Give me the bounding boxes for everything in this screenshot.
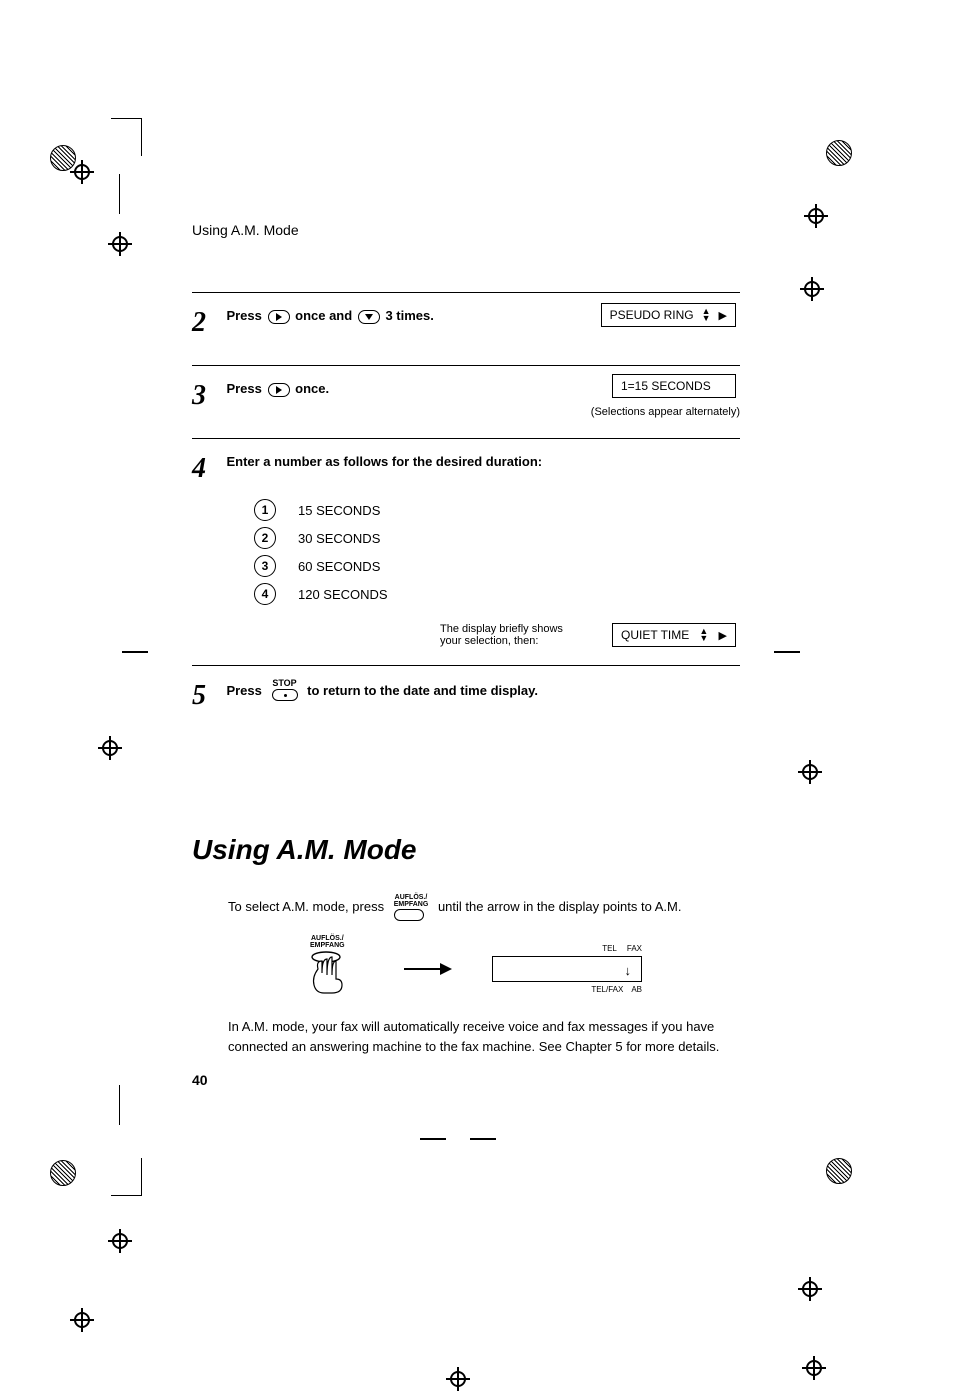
crosshair-icon	[798, 1277, 822, 1301]
crosshair-icon	[798, 760, 822, 784]
text: to return to the date and time display.	[307, 683, 538, 698]
down-arrow-key-icon	[358, 310, 380, 324]
registration-ball-icon	[826, 140, 852, 166]
display-bottom-labels: TEL/FAX AB	[492, 985, 642, 994]
registration-ball-icon	[50, 1160, 76, 1186]
option-label: 15 SECONDS	[298, 503, 380, 518]
lcd-text: QUIET TIME	[621, 628, 689, 642]
crosshair-icon	[108, 232, 132, 256]
down-arrow-icon: ↓	[625, 963, 632, 978]
up-down-icon: ▲▼	[699, 628, 708, 642]
paragraph: To select A.M. mode, press AUFLÖS./ EMPF…	[228, 894, 740, 921]
text: Press	[226, 308, 265, 323]
hand-press-icon: AUFLÖS./ EMPFANG	[302, 939, 362, 999]
option-row: 1 15 SECONDS	[254, 499, 740, 521]
crosshair-icon	[800, 277, 824, 301]
section-title: Using A.M. Mode	[192, 834, 740, 866]
label: AB	[631, 985, 642, 994]
display-panel: TEL FAX ↓ TEL/FAX AB	[492, 956, 642, 982]
text: until the arrow in the display points to…	[438, 899, 682, 914]
option-row: 2 30 SECONDS	[254, 527, 740, 549]
step-text: Press once and 3 times.	[226, 308, 433, 324]
crop-mark	[774, 651, 800, 653]
mode-select-diagram: AUFLÖS./ EMPFANG TEL FAX ↓ TEL/FAX AB	[302, 939, 740, 999]
text: once.	[295, 381, 329, 396]
running-head: Using A.M. Mode	[192, 222, 740, 238]
step-5: 5 Press STOP to return to the date and t…	[192, 665, 740, 738]
step-number: 2	[192, 307, 222, 339]
option-row: 3 60 SECONDS	[254, 555, 740, 577]
crosshair-icon	[70, 160, 94, 184]
stop-label: STOP	[272, 678, 296, 688]
keypad-key-icon: 1	[254, 499, 276, 521]
step-number: 4	[192, 453, 222, 485]
option-label: 60 SECONDS	[298, 559, 380, 574]
right-arrow-key-icon	[268, 383, 290, 397]
right-arrow-key-icon	[268, 310, 290, 324]
step-number: 3	[192, 380, 222, 412]
crop-mark	[470, 1138, 496, 1140]
play-icon: ▶	[719, 309, 727, 322]
lcd-display: PSEUDO RING ▲▼ ▶	[601, 303, 736, 327]
crosshair-icon	[70, 1308, 94, 1332]
crop-mark	[111, 1195, 141, 1196]
crosshair-icon	[446, 1367, 470, 1391]
crop-mark	[119, 1085, 120, 1125]
key-label: AUFLÖS./ EMPFANG	[394, 894, 429, 908]
crop-mark	[111, 118, 141, 119]
brief-note: The display briefly shows your selection…	[440, 623, 570, 647]
step-3: 3 Press once. 1=15 SECONDS (Selections a…	[192, 365, 740, 438]
text: once and	[295, 308, 356, 323]
arrow-right-icon	[404, 968, 450, 970]
crop-mark	[119, 174, 120, 214]
label: TEL	[602, 944, 617, 953]
keypad-key-icon: 4	[254, 583, 276, 605]
step-4: 4 Enter a number as follows for the desi…	[192, 438, 740, 665]
paragraph: In A.M. mode, your fax will automaticall…	[228, 1017, 740, 1056]
label: TEL/FAX	[591, 985, 623, 994]
option-label: 30 SECONDS	[298, 531, 380, 546]
crosshair-icon	[802, 1356, 826, 1380]
crop-mark	[141, 118, 142, 156]
key-label: AUFLÖS./ EMPFANG	[310, 935, 345, 949]
text: 3 times.	[385, 308, 433, 323]
registration-ball-icon	[826, 1158, 852, 1184]
crosshair-icon	[108, 1229, 132, 1253]
lcd-text: PSEUDO RING	[610, 308, 694, 322]
step-2: 2 Press once and 3 times. PSEUDO RING ▲▼…	[192, 292, 740, 365]
keypad-key-icon: 2	[254, 527, 276, 549]
play-icon: ▶	[719, 629, 727, 642]
step-text: Enter a number as follows for the desire…	[226, 454, 542, 469]
note-text: (Selections appear alternately)	[591, 406, 740, 418]
text: Press	[226, 683, 265, 698]
step-text: Press once.	[226, 381, 329, 397]
lcd-display: 1=15 SECONDS	[612, 374, 736, 398]
label: FAX	[627, 944, 642, 953]
step-text: Press STOP to return to the date and tim…	[226, 680, 538, 703]
text: Press	[226, 381, 265, 396]
option-list: 1 15 SECONDS 2 30 SECONDS 3 60 SECONDS 4…	[254, 499, 740, 605]
resolution-reception-key-icon: AUFLÖS./ EMPFANG	[394, 894, 429, 921]
crop-mark	[141, 1158, 142, 1196]
display-box: ↓	[492, 956, 642, 982]
stop-key-icon: STOP	[272, 678, 298, 701]
up-down-icon: ▲▼	[702, 308, 711, 322]
lcd-text: 1=15 SECONDS	[621, 379, 711, 393]
crosshair-icon	[98, 736, 122, 760]
crosshair-icon	[804, 204, 828, 228]
keypad-key-icon: 3	[254, 555, 276, 577]
crop-mark	[420, 1138, 446, 1140]
display-top-labels: TEL FAX	[492, 944, 642, 953]
option-label: 120 SECONDS	[298, 587, 388, 602]
step-number: 5	[192, 680, 222, 712]
option-row: 4 120 SECONDS	[254, 583, 740, 605]
lcd-display: QUIET TIME ▲▼ ▶	[612, 623, 736, 647]
page-number: 40	[192, 1072, 208, 1088]
text: To select A.M. mode, press	[228, 899, 388, 914]
crop-mark	[122, 651, 148, 653]
